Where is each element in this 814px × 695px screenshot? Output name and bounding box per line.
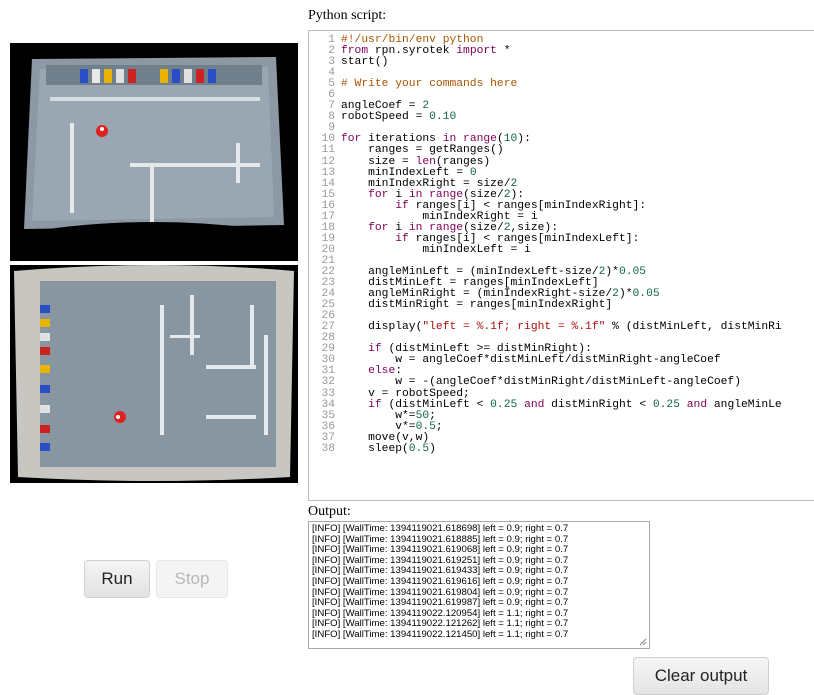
code-text: start() — [341, 56, 389, 69]
code-line: 32 w = -(angleCoef*distMinRight/distMinL… — [309, 377, 814, 388]
output-textarea[interactable]: [INFO] [WallTime: 1394119021.618698] lef… — [308, 521, 650, 649]
line-number: 7 — [328, 100, 335, 113]
code-editor[interactable]: 1 #!/usr/bin/env python 2 from rpn.syrotek … — [308, 30, 814, 501]
code-line: 3 start() — [309, 56, 814, 69]
line-number: 12 — [321, 155, 335, 168]
line-number: 33 — [321, 387, 335, 400]
code-line: 12 size = len(ranges) — [309, 155, 814, 168]
resize-grip-icon[interactable] — [639, 638, 647, 646]
code-line: 35 w*=50; — [309, 409, 814, 422]
line-number: 38 — [321, 442, 335, 455]
code-text: sleep(0.5) — [341, 442, 436, 455]
code-text: w = -(angleCoef*distMinRight/distMinLeft… — [341, 376, 741, 389]
code-text: display("left = %.1f; right = %.1f" % (d… — [341, 321, 782, 334]
code-line: 20 minIndexLeft = i — [309, 243, 814, 256]
line-number: 6 — [328, 89, 335, 102]
line-number: 1 — [328, 34, 335, 46]
run-button[interactable]: Run — [84, 560, 150, 598]
line-number: 11 — [321, 144, 335, 157]
code-line: 34 if (distMinLeft < 0.25 and distMinRig… — [309, 398, 814, 411]
output-line: [INFO] [WallTime: 1394119022.121450] lef… — [312, 628, 569, 640]
stop-button[interactable]: Stop — [156, 560, 228, 598]
code-line: 13 minIndexLeft = 0 — [309, 166, 814, 179]
code-text: # Write your commands here — [341, 78, 518, 91]
camera-view-side — [10, 265, 298, 483]
code-text: minIndexLeft = i — [341, 243, 531, 256]
line-number: 34 — [321, 398, 335, 411]
code-text: minIndexLeft = 0 — [341, 166, 477, 179]
line-number: 32 — [321, 376, 335, 389]
line-number: 4 — [328, 67, 335, 80]
camera-view-top — [10, 43, 298, 261]
code-line: 11 ranges = getRanges() — [309, 145, 814, 156]
code-text: if (distMinLeft < 0.25 and distMinRight … — [368, 398, 782, 411]
line-number: 3 — [328, 56, 335, 69]
line-number: 35 — [321, 409, 335, 422]
code-line: 25 distMinRight = ranges[minIndexRight] — [309, 299, 814, 312]
code-text: distMinRight = ranges[minIndexRight] — [341, 299, 613, 312]
line-number: 14 — [321, 177, 335, 190]
code-text: robotSpeed = 0.10 — [341, 111, 457, 124]
output-line: [INFO] [WallTime: 1394119021.619616] lef… — [312, 575, 569, 587]
line-number: 2 — [328, 45, 335, 58]
code-text: size = len(ranges) — [341, 155, 491, 168]
code-text: v = robotSpeed; — [341, 387, 470, 400]
script-label: Python script: — [308, 8, 387, 23]
code-line: 27 display("left = %.1f; right = %.1f" %… — [309, 322, 814, 333]
line-number: 8 — [328, 111, 335, 124]
code-line: 5 # Write your commands here — [309, 79, 814, 90]
line-number: 13 — [321, 166, 335, 179]
line-number: 5 — [328, 78, 335, 91]
code-line: 33 v = robotSpeed; — [309, 387, 814, 400]
code-line: 38 sleep(0.5) — [309, 442, 814, 455]
output-line: [INFO] [WallTime: 1394119021.618698] lef… — [312, 523, 569, 534]
code-line: 8 robotSpeed = 0.10 — [309, 112, 814, 123]
clear-output-button[interactable]: Clear output — [633, 657, 769, 695]
output-label: Output: — [308, 504, 351, 519]
